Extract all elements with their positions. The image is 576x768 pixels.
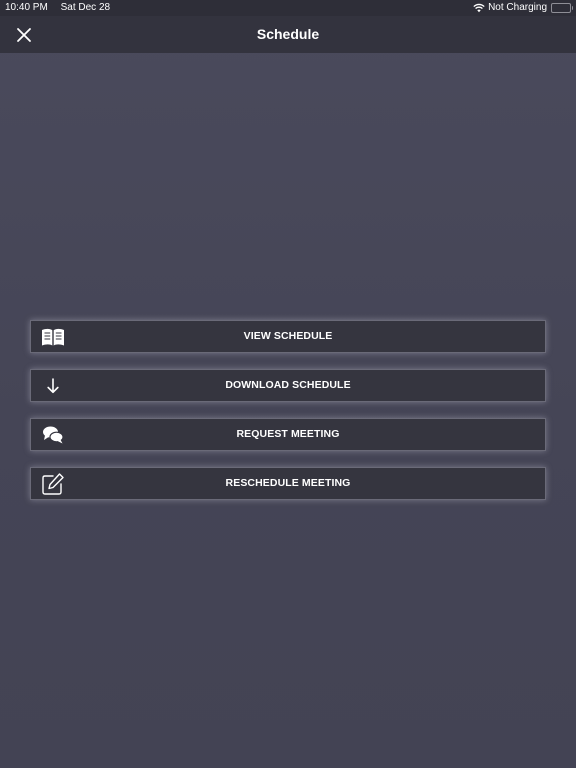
status-left: 10:40 PM Sat Dec 28 <box>5 0 120 16</box>
page-title: Schedule <box>256 26 320 42</box>
request-meeting-label: REQUEST MEETING <box>236 428 340 440</box>
reschedule-meeting-button[interactable]: RESCHEDULE MEETING <box>30 467 546 500</box>
status-time: 10:40 PM <box>5 2 48 13</box>
reschedule-meeting-label: RESCHEDULE MEETING <box>225 477 351 489</box>
download-schedule-label: DOWNLOAD SCHEDULE <box>225 379 351 391</box>
view-schedule-button[interactable]: VIEW SCHEDULE <box>30 320 546 353</box>
status-right: Not Charging <box>473 0 573 16</box>
download-schedule-button[interactable]: DOWNLOAD SCHEDULE <box>30 369 546 402</box>
schedule-menu: VIEW SCHEDULE DOWNLOAD SCHEDULE REQUEST … <box>30 320 546 516</box>
status-date: Sat Dec 28 <box>60 2 111 13</box>
nav-bar: Schedule <box>0 16 576 53</box>
charging-status: Not Charging <box>488 2 547 13</box>
status-bar: 10:40 PM Sat Dec 28 Not Charging <box>0 0 576 16</box>
view-schedule-label: VIEW SCHEDULE <box>243 330 333 342</box>
battery-icon <box>551 3 573 13</box>
request-meeting-button[interactable]: REQUEST MEETING <box>30 418 546 451</box>
wifi-icon <box>473 3 485 13</box>
